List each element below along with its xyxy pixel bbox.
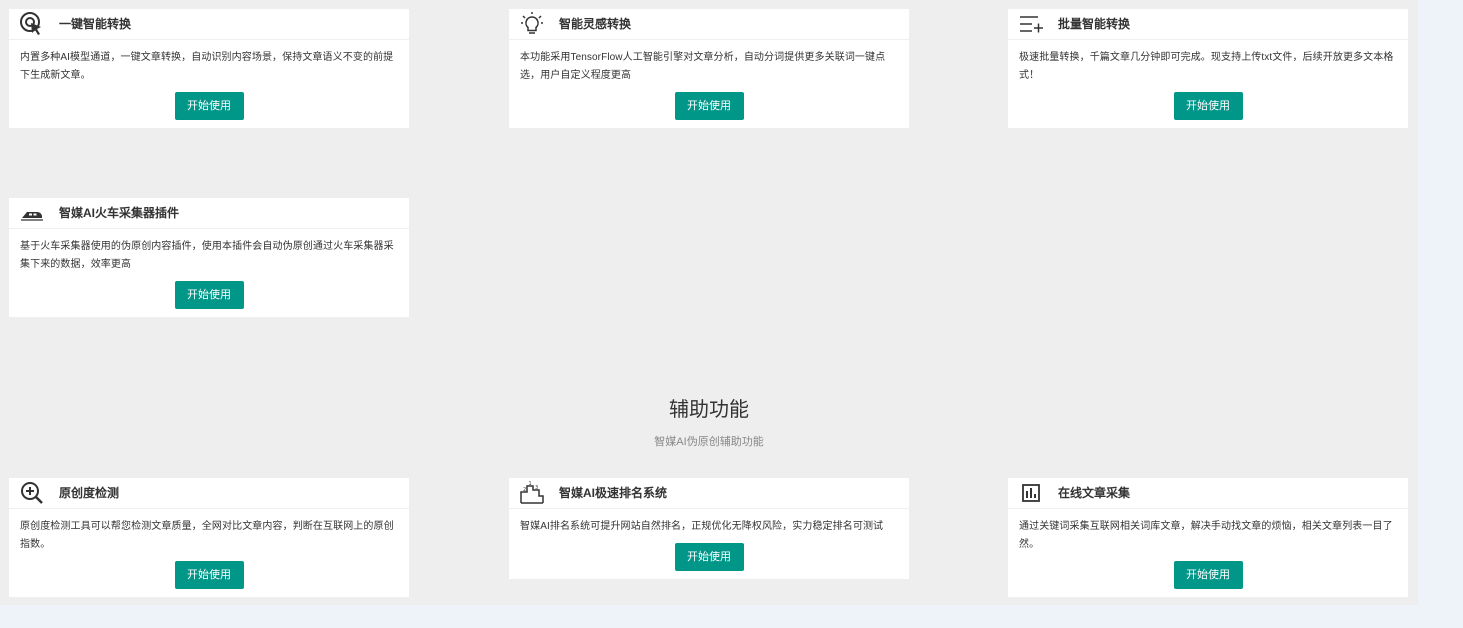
card-description: 内置多种AI模型通道，一键文章转换，自动识别内容场景，保持文章语义不变的前提下生…: [20, 52, 394, 81]
svg-text:3: 3: [535, 485, 538, 491]
feature-card-ranking-system: 1 2 3 智媒AI极速排名系统 智媒AI排名系统可提升网站自然排名，正规优化无…: [509, 478, 909, 579]
start-button[interactable]: 开始使用: [174, 92, 244, 120]
feature-card-batch-convert: 批量智能转换 极速批量转换，千篇文章几分钟即可完成。现支持上传txt文件，后续开…: [1008, 9, 1408, 128]
card-title: 批量智能转换: [1058, 17, 1131, 31]
start-button[interactable]: 开始使用: [1173, 561, 1243, 589]
magnifier-plus-icon: [19, 480, 45, 506]
card-description: 原创度检测工具可以帮您检测文章质量，全网对比文章内容，判断在互联网上的原创指数。: [20, 521, 394, 550]
start-button[interactable]: 开始使用: [674, 92, 744, 120]
section-title: 辅助功能: [669, 399, 749, 421]
feature-card-inspiration-convert: 智能灵感转换 本功能采用TensorFlow人工智能引擎对文章分析，自动分词提供…: [509, 9, 909, 128]
start-button[interactable]: 开始使用: [174, 561, 244, 589]
start-button[interactable]: 开始使用: [1173, 92, 1243, 120]
card-title: 智媒AI极速排名系统: [559, 486, 668, 500]
feature-card-article-collect: 在线文章采集 通过关键词采集互联网相关词库文章，解决手动找文章的烦恼，相关文章列…: [1008, 478, 1408, 597]
lightbulb-icon: [519, 11, 545, 37]
card-header: 智媒AI火车采集器插件: [9, 198, 409, 229]
card-header: 一键智能转换: [9, 9, 409, 40]
feature-card-originality-check: 原创度检测 原创度检测工具可以帮您检测文章质量，全网对比文章内容，判断在互联网上…: [9, 478, 409, 597]
svg-text:2: 2: [523, 487, 526, 493]
list-add-icon: [1018, 11, 1044, 37]
card-title: 原创度检测: [59, 486, 120, 500]
card-header: 在线文章采集: [1008, 478, 1408, 509]
card-header: 批量智能转换: [1008, 9, 1408, 40]
card-header: 智能灵感转换: [509, 9, 909, 40]
card-header: 原创度检测: [9, 478, 409, 509]
train-icon: [19, 200, 45, 226]
card-header: 1 2 3 智媒AI极速排名系统: [509, 478, 909, 509]
card-description: 基于火车采集器使用的伪原创内容插件，使用本插件会自动伪原创通过火车采集器采集下来…: [20, 241, 394, 270]
start-button[interactable]: 开始使用: [674, 543, 744, 571]
card-description: 通过关键词采集互联网相关词库文章，解决手动找文章的烦恼，相关文章列表一目了然。: [1019, 521, 1393, 550]
card-title: 一键智能转换: [59, 17, 132, 31]
card-description: 本功能采用TensorFlow人工智能引擎对文章分析，自动分词提供更多关联词一键…: [520, 52, 886, 81]
card-title: 智媒AI火车采集器插件: [59, 206, 180, 220]
feature-card-one-click-convert: 一键智能转换 内置多种AI模型通道，一键文章转换，自动识别内容场景，保持文章语义…: [9, 9, 409, 128]
cursor-click-icon: [19, 11, 45, 37]
feature-card-train-plugin: 智媒AI火车采集器插件 基于火车采集器使用的伪原创内容插件，使用本插件会自动伪原…: [9, 198, 409, 317]
start-button[interactable]: 开始使用: [174, 281, 244, 309]
card-title: 在线文章采集: [1058, 486, 1131, 500]
bar-chart-icon: [1018, 480, 1044, 506]
card-description: 极速批量转换，千篇文章几分钟即可完成。现支持上传txt文件，后续开放更多文本格式…: [1019, 52, 1394, 81]
card-description: 智媒AI排名系统可提升网站自然排名，正规优化无降权风险，实力稳定排名可测试: [520, 521, 884, 532]
card-title: 智能灵感转换: [559, 17, 632, 31]
main-panel: 一键智能转换 内置多种AI模型通道，一键文章转换，自动识别内容场景，保持文章语义…: [0, 0, 1418, 605]
ranking-icon: 1 2 3: [519, 480, 545, 506]
svg-text:1: 1: [529, 481, 532, 487]
section-subtitle: 智媒AI伪原创辅助功能: [654, 436, 764, 448]
